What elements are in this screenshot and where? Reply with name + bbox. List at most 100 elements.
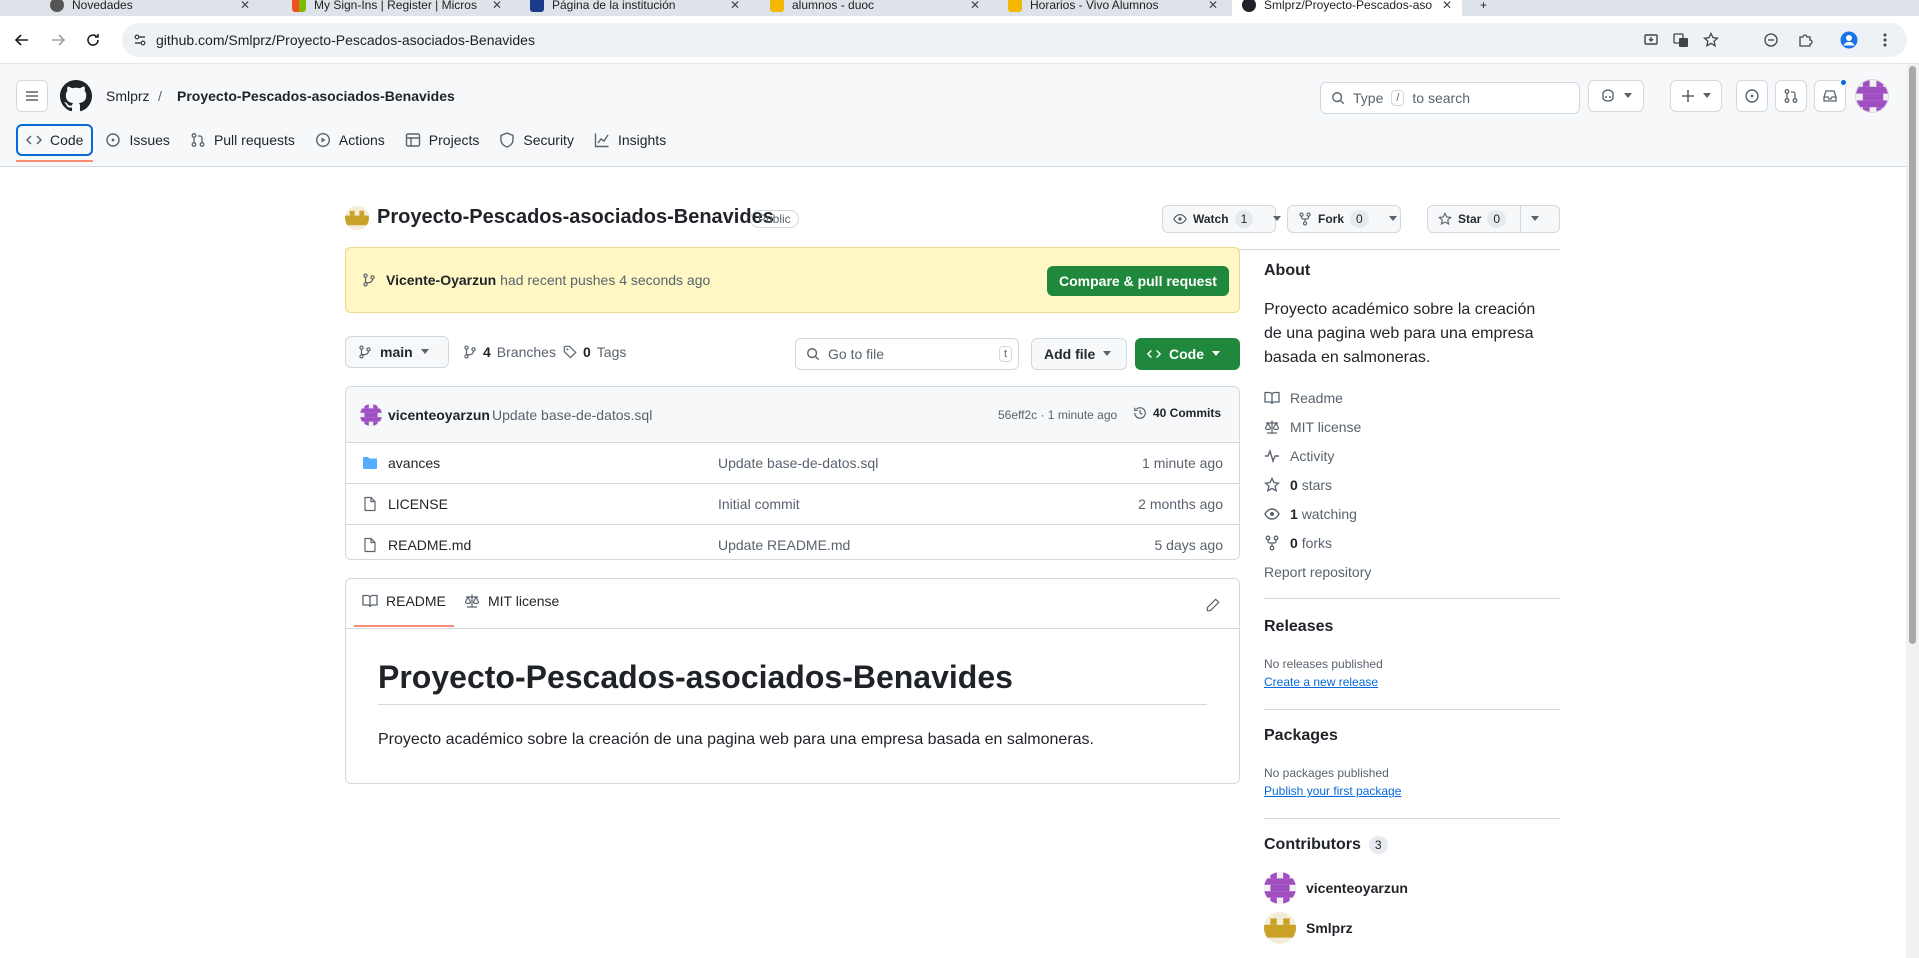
tab-pull-requests[interactable]: Pull requests — [182, 124, 303, 156]
create-new-button[interactable] — [1670, 80, 1722, 112]
branch-select-button[interactable]: main — [345, 336, 449, 368]
fork-dropdown[interactable] — [1379, 206, 1407, 232]
site-info-icon[interactable] — [133, 33, 147, 47]
tab-security[interactable]: Security — [491, 124, 582, 156]
browser-tab[interactable]: alumnos - duoc ✕ — [760, 0, 990, 16]
breadcrumb-repo-link[interactable]: Proyecto-Pescados-asociados-Benavides — [177, 88, 455, 104]
fork-icon — [1265, 535, 1279, 551]
edit-readme-button[interactable] — [1201, 593, 1225, 617]
repo-owner-avatar[interactable] — [345, 206, 369, 230]
forward-button[interactable] — [47, 29, 69, 51]
releases-heading[interactable]: Releases — [1264, 618, 1333, 636]
browser-menu-icon[interactable] — [1874, 29, 1896, 51]
table-row[interactable]: avances Update base-de-datos.sql 1 minut… — [346, 443, 1239, 484]
table-row[interactable]: README.md Update README.md 5 days ago — [346, 525, 1239, 559]
star-icon — [1438, 212, 1452, 226]
commit-meta[interactable]: 56eff2c · 1 minute ago — [998, 408, 1117, 422]
page-scrollbar[interactable] — [1906, 64, 1919, 958]
bookmark-star-icon[interactable] — [1700, 29, 1722, 51]
close-icon[interactable]: ✕ — [730, 0, 740, 12]
shield-icon — [500, 132, 515, 148]
close-icon[interactable]: ✕ — [240, 0, 250, 12]
copilot-button[interactable] — [1588, 80, 1644, 112]
contributor-item[interactable]: vicenteoyarzun — [1264, 872, 1408, 904]
readme-link[interactable]: Readme — [1264, 390, 1343, 406]
reload-button[interactable] — [82, 29, 104, 51]
tab-readme[interactable]: README — [354, 593, 454, 627]
copilot-icon — [1602, 89, 1614, 102]
commit-author-avatar[interactable] — [360, 404, 382, 426]
push-user[interactable]: Vicente-Oyarzun — [386, 272, 496, 288]
releases-empty: No releases published — [1264, 657, 1383, 671]
tab-license[interactable]: MIT license — [464, 593, 559, 609]
close-icon[interactable]: ✕ — [1208, 0, 1218, 12]
extension-icon[interactable] — [1760, 29, 1782, 51]
browser-tab[interactable]: Novedades ✕ — [40, 0, 260, 16]
watch-button[interactable]: Watch 1 — [1162, 205, 1282, 233]
forks-link[interactable]: 0 forks — [1264, 535, 1332, 551]
publish-package-link[interactable]: Publish your first package — [1264, 784, 1401, 798]
file-name[interactable]: avances — [388, 455, 440, 471]
browser-tab[interactable]: Página de la institución ✕ — [520, 0, 750, 16]
commit-message[interactable]: Update base-de-datos.sql — [492, 407, 652, 423]
code-button[interactable]: Code — [1135, 338, 1240, 370]
table-row[interactable]: LICENSE Initial commit 2 months ago — [346, 484, 1239, 525]
stars-link[interactable]: 0 stars — [1264, 477, 1332, 493]
hamburger-menu-button[interactable] — [16, 80, 48, 112]
star-dropdown[interactable] — [1521, 206, 1549, 232]
breadcrumb-owner-link[interactable]: Smlprz — [106, 88, 150, 104]
create-release-link[interactable]: Create a new release — [1264, 675, 1378, 689]
tab-issues[interactable]: Issues — [97, 124, 177, 156]
scrollbar-thumb[interactable] — [1909, 66, 1916, 644]
star-button[interactable]: Star 0 — [1427, 205, 1560, 233]
report-repository-link[interactable]: Report repository — [1264, 564, 1371, 580]
file-name[interactable]: README.md — [388, 537, 471, 553]
install-app-icon[interactable] — [1640, 29, 1662, 51]
chevron-down-icon — [1212, 351, 1220, 356]
pull-requests-button[interactable] — [1775, 80, 1807, 112]
address-bar[interactable]: github.com/Smlprz/Proyecto-Pescados-asoc… — [122, 23, 1907, 57]
file-name[interactable]: LICENSE — [388, 496, 448, 512]
issues-button[interactable] — [1736, 80, 1768, 112]
tab-insights[interactable]: Insights — [586, 124, 674, 156]
compare-pull-request-button[interactable]: Compare & pull request — [1047, 266, 1229, 296]
github-logo-icon[interactable] — [60, 80, 92, 112]
watching-link[interactable]: 1 watching — [1264, 506, 1357, 522]
close-icon[interactable]: ✕ — [1442, 0, 1452, 12]
search-input[interactable]: Type / to search — [1320, 82, 1580, 114]
chevron-down-icon — [1624, 93, 1632, 98]
tags-link[interactable]: 0 Tags — [563, 336, 626, 368]
contributor-item[interactable]: Smlprz — [1264, 912, 1353, 944]
inbox-button[interactable] — [1814, 78, 1848, 112]
go-to-file-input[interactable]: Go to file t — [795, 338, 1019, 370]
repo-title[interactable]: Proyecto-Pescados-asociados-Benavides — [377, 206, 774, 229]
puzzle-icon[interactable] — [1794, 29, 1816, 51]
commits-link[interactable]: 40 Commits — [1133, 406, 1221, 420]
file-commit-message[interactable]: Update README.md — [718, 537, 850, 553]
browser-tab[interactable]: My Sign-Ins | Register | Micros ✕ — [282, 0, 512, 16]
close-icon[interactable]: ✕ — [970, 0, 980, 12]
packages-heading[interactable]: Packages — [1264, 727, 1338, 745]
profile-icon[interactable] — [1838, 29, 1860, 51]
add-file-button[interactable]: Add file — [1031, 338, 1127, 370]
commit-author[interactable]: vicenteoyarzun — [388, 407, 490, 423]
user-avatar[interactable] — [1855, 79, 1889, 113]
new-tab-button[interactable]: + — [1470, 0, 1500, 16]
file-commit-message[interactable]: Update base-de-datos.sql — [718, 455, 878, 471]
chevron-down-icon — [420, 349, 429, 354]
tab-projects[interactable]: Projects — [397, 124, 488, 156]
browser-tab-active[interactable]: Smlprz/Proyecto-Pescados-aso ✕ — [1232, 0, 1462, 16]
browser-tab[interactable]: Horarios - Vivo Alumnos ✕ — [998, 0, 1228, 16]
file-commit-message[interactable]: Initial commit — [718, 496, 800, 512]
license-link[interactable]: MIT license — [1264, 419, 1361, 435]
translate-icon[interactable] — [1670, 29, 1692, 51]
activity-link[interactable]: Activity — [1264, 448, 1334, 464]
branches-link[interactable]: 4 Branches — [463, 336, 556, 368]
duoc-icon — [1008, 0, 1022, 12]
fork-button[interactable]: Fork 0 — [1287, 205, 1401, 233]
contributors-header[interactable]: Contributors 3 — [1264, 836, 1388, 854]
tab-code[interactable]: Code — [16, 124, 94, 162]
close-icon[interactable]: ✕ — [492, 0, 502, 12]
back-button[interactable] — [11, 29, 33, 51]
tab-actions[interactable]: Actions — [307, 124, 393, 156]
